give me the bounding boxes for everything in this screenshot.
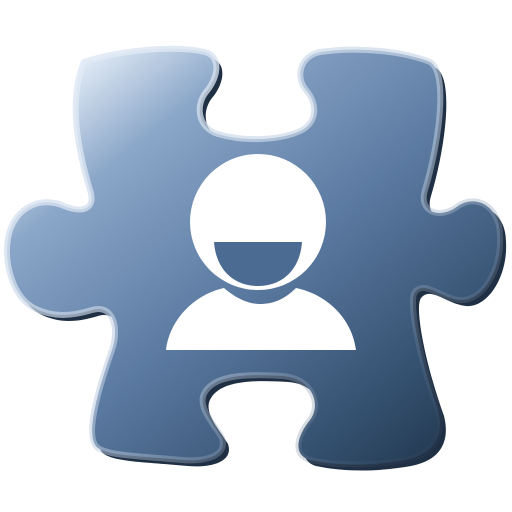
icon-canvas: [0, 0, 512, 512]
puzzle-piece-user-icon: [4, 45, 507, 471]
